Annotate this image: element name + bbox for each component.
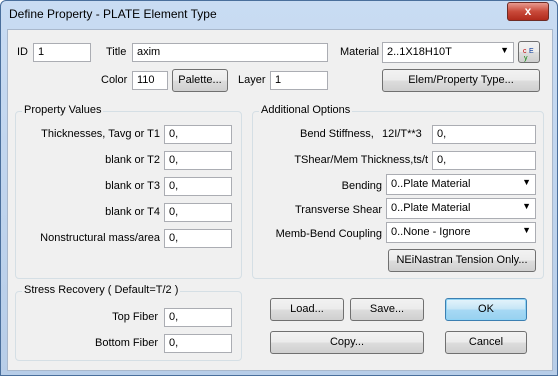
dialog-client: ID 1 Title axim Material 2..1X18H10T ▼ c… [7,29,553,371]
load-button[interactable]: Load... [270,298,344,321]
transverse-shear-label: Transverse Shear [294,204,382,216]
cancel-button[interactable]: Cancel [445,331,527,354]
thickness-t1-label: Thicknesses, Tavg or T1 [41,128,160,140]
chevron-down-icon: ▼ [522,201,531,211]
copy-button[interactable]: Copy... [270,331,424,354]
bottom-fiber-field[interactable]: 0, [164,334,232,353]
svg-text:y: y [524,55,528,62]
elem-property-type-button[interactable]: Elem/Property Type... [382,69,540,92]
bending-select-value: 0..Plate Material [391,178,471,190]
bend-stiffness-label: Bend Stiffness, [300,128,374,140]
transverse-shear-select-value: 0..Plate Material [391,202,471,214]
ok-button[interactable]: OK [445,298,527,321]
thickness-t1-field[interactable]: 0, [164,125,232,144]
nonstructural-mass-field[interactable]: 0, [164,229,232,248]
palette-button[interactable]: Palette... [172,69,228,92]
tshear-field[interactable]: 0, [432,151,536,170]
bending-label: Bending [341,180,382,192]
title-field[interactable]: axim [132,43,328,62]
thickness-t4-label: blank or T4 [105,206,160,218]
bending-select[interactable]: 0..Plate Material ▼ [386,174,536,195]
dialog-window: Define Property - PLATE Element Type x I… [0,0,558,376]
title-bar[interactable]: Define Property - PLATE Element Type x [1,1,557,27]
tshear-label: TShear/Mem Thickness,ts/t [294,154,428,166]
close-icon: x [524,4,532,18]
chevron-down-icon: ▼ [500,45,509,55]
top-fiber-label: Top Fiber [112,311,158,323]
top-fiber-field[interactable]: 0, [164,308,232,327]
nonstructural-mass-label: Nonstructural mass/area [40,232,160,244]
window-title: Define Property - PLATE Element Type [9,7,217,21]
memb-bend-coupling-select[interactable]: 0..None - Ignore ▼ [386,222,536,243]
additional-options-title: Additional Options [259,104,353,116]
thickness-t2-label: blank or T2 [105,154,160,166]
material-select[interactable]: 2..1X18H10T ▼ [382,42,514,63]
id-label: ID [17,46,28,58]
stress-recovery-title: Stress Recovery ( Default=T/2 ) [22,284,181,296]
bend-stiffness-field[interactable]: 0, [432,125,536,144]
layer-field[interactable]: 1 [270,71,328,90]
material-lookup-icon: c E y [523,48,534,62]
bottom-fiber-label: Bottom Fiber [95,337,158,349]
thickness-t4-field[interactable]: 0, [164,203,232,222]
svg-text:c: c [523,48,527,55]
memb-bend-coupling-label: Memb-Bend Coupling [275,228,382,240]
chevron-down-icon: ▼ [522,177,531,187]
material-lookup-button[interactable]: c E y [518,41,540,63]
thickness-t2-field[interactable]: 0, [164,151,232,170]
color-label: Color [101,74,128,86]
thickness-t3-field[interactable]: 0, [164,177,232,196]
save-button[interactable]: Save... [350,298,424,321]
material-select-value: 2..1X18H10T [387,46,452,58]
layer-label: Layer [238,74,266,86]
close-button[interactable]: x [507,2,549,21]
material-label: Material [340,46,380,58]
nei-tension-only-button[interactable]: NEiNastran Tension Only... [388,249,536,272]
transverse-shear-select[interactable]: 0..Plate Material ▼ [386,198,536,219]
title-label: Title [106,46,127,58]
memb-bend-coupling-select-value: 0..None - Ignore [391,226,471,238]
property-values-title: Property Values [22,104,104,116]
bend-stiffness-hint: 12I/T**3 [382,128,422,140]
chevron-down-icon: ▼ [522,225,531,235]
color-field[interactable]: 110 [132,71,168,90]
thickness-t3-label: blank or T3 [105,180,160,192]
id-field[interactable]: 1 [33,43,91,62]
svg-text:E: E [529,48,534,55]
